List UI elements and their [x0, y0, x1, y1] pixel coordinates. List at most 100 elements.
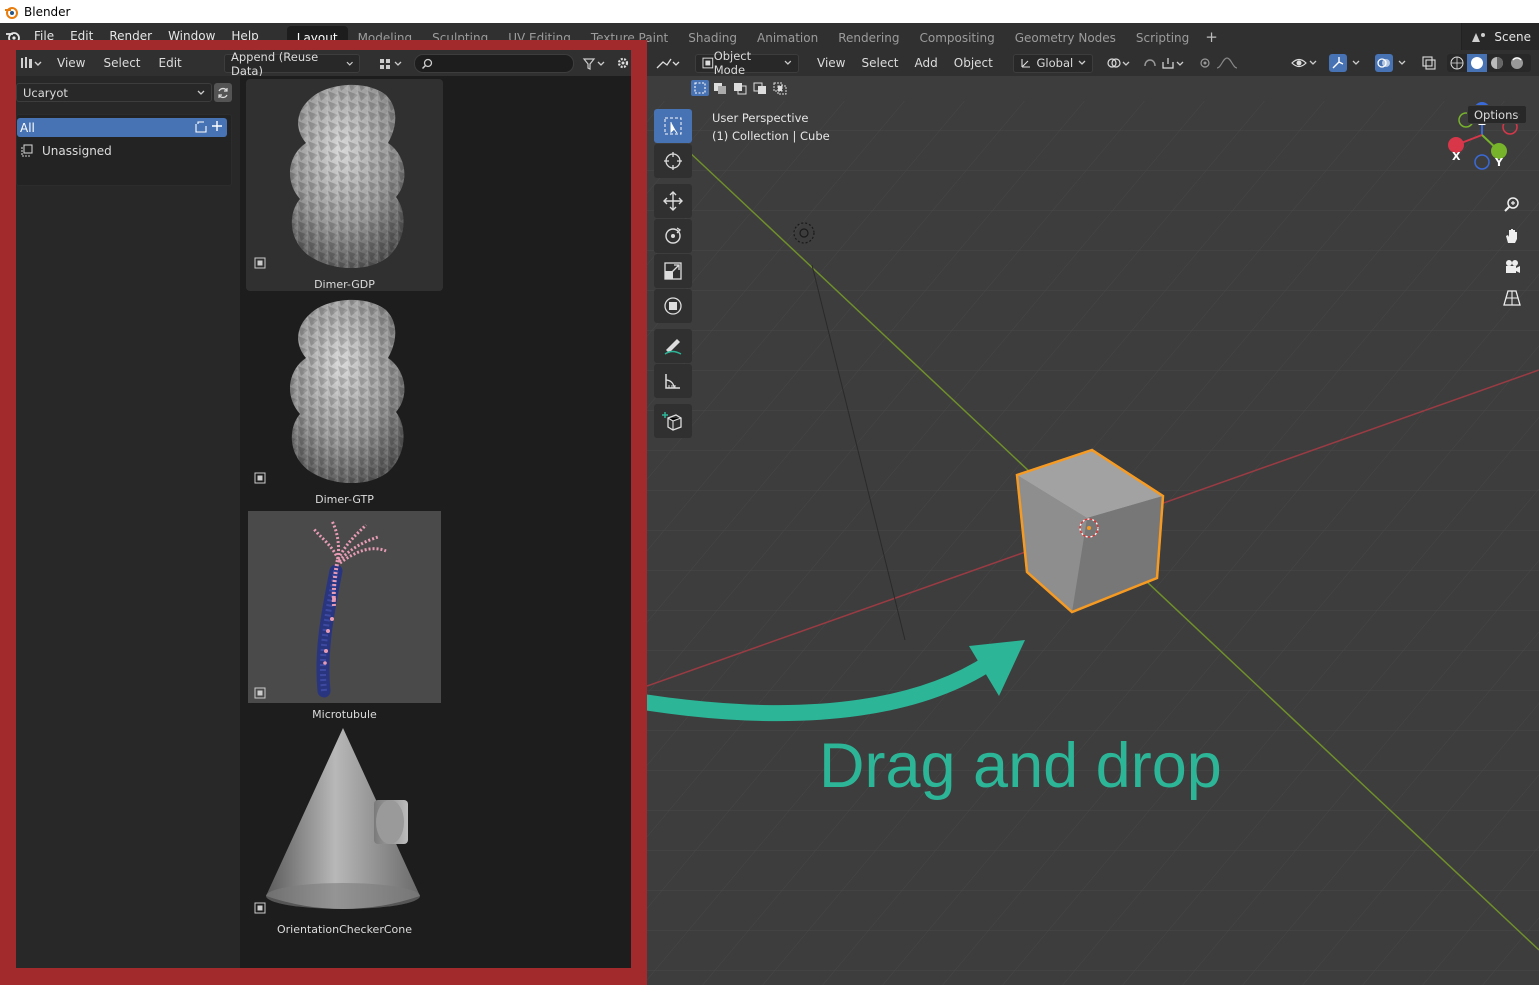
asset-name: Microtubule — [312, 708, 377, 721]
tab-scripting[interactable]: Scripting — [1126, 26, 1199, 50]
navigation-tools — [1499, 192, 1527, 316]
drag-and-drop-label: Drag and drop — [819, 731, 1222, 801]
rotate-icon — [665, 227, 682, 244]
asset-tile-microtubule[interactable]: Microtubule — [246, 509, 443, 721]
select-intersect-icon[interactable] — [771, 80, 789, 96]
import-method-dropdown[interactable]: Append (Reuse Data) — [224, 50, 360, 78]
menu-select[interactable]: Select — [853, 50, 906, 76]
scene-selector[interactable]: Scene — [1461, 23, 1539, 50]
asset-thumbnail-orientation-checker-cone — [248, 726, 441, 918]
new-catalog-icon[interactable] — [194, 120, 208, 134]
display-mode-button[interactable] — [378, 54, 408, 73]
scale-icon — [664, 262, 682, 280]
asset-tile-dimer-gdp[interactable]: Dimer-GDP — [246, 79, 443, 291]
editor-type-icon[interactable] — [647, 56, 689, 70]
visibility-icon[interactable] — [1291, 55, 1319, 71]
catalog-all-label: All — [20, 120, 35, 135]
blender-logo-icon — [5, 6, 18, 19]
options-dropdown[interactable]: Options — [1467, 105, 1527, 124]
tab-compositing[interactable]: Compositing — [909, 26, 1004, 50]
asset-name: OrientationCheckerCone — [277, 923, 412, 936]
chevron-down-icon — [1518, 114, 1520, 115]
menu-view[interactable]: View — [48, 50, 94, 76]
asset-thumbnail-dimer-gtp — [248, 296, 441, 488]
zoom-button[interactable] — [1499, 192, 1525, 218]
select-extend-icon[interactable] — [711, 80, 729, 96]
menu-edit-assets[interactable]: Edit — [150, 50, 191, 76]
transform-orientation-dropdown[interactable]: Global — [1012, 53, 1093, 73]
overlays-icon[interactable] — [1375, 54, 1411, 72]
gizmo-y-label[interactable]: Y — [1495, 156, 1503, 169]
object-mode-dropdown[interactable]: Object Mode — [695, 50, 799, 77]
tool-measure[interactable] — [654, 364, 692, 398]
search-icon — [421, 58, 433, 69]
transform-icon — [664, 297, 682, 315]
asset-name: Dimer-GDP — [314, 278, 375, 291]
menu-object[interactable]: Object — [946, 50, 1001, 76]
snap-icon[interactable] — [1143, 56, 1187, 70]
asset-library-dropdown[interactable]: Ucaryot — [16, 83, 212, 102]
camera-view-button[interactable] — [1499, 254, 1525, 280]
asset-tile-dimer-gtp[interactable]: Dimer-GTP — [246, 294, 443, 506]
import-method-value: Append (Reuse Data) — [231, 50, 319, 78]
scene-icon — [1472, 32, 1486, 42]
tool-move[interactable] — [654, 184, 692, 218]
object-type-icon — [254, 257, 266, 269]
xray-icon[interactable] — [1421, 55, 1437, 71]
cursor-icon — [664, 152, 682, 170]
orientation-label: Global — [1036, 56, 1074, 70]
pivot-icon[interactable] — [1105, 56, 1131, 70]
menu-add[interactable]: Add — [907, 50, 946, 76]
select-new-icon[interactable] — [691, 80, 709, 96]
chevron-down-icon — [1078, 60, 1086, 65]
tool-rotate[interactable] — [654, 219, 692, 253]
pan-button[interactable] — [1499, 223, 1525, 249]
shading-mode-icons[interactable] — [1447, 54, 1531, 72]
options-label: Options — [1474, 107, 1519, 122]
object-type-icon — [254, 902, 266, 914]
refresh-library-button[interactable] — [214, 83, 232, 102]
gear-icon — [617, 57, 629, 69]
catalog-actions — [194, 120, 223, 134]
viewport-info: User Perspective (1) Collection | Cube — [712, 109, 830, 145]
select-mode-buttons — [691, 80, 789, 96]
proportional-editing-icon[interactable] — [1199, 56, 1243, 70]
perspective-toggle-button[interactable] — [1499, 285, 1525, 311]
tool-cursor[interactable] — [654, 144, 692, 178]
settings-button[interactable] — [616, 55, 631, 71]
tab-geometry-nodes[interactable]: Geometry Nodes — [1005, 26, 1126, 50]
measure-icon — [665, 374, 680, 389]
tool-annotate[interactable] — [654, 329, 692, 363]
chevron-down-icon — [346, 61, 353, 66]
camera-icon — [1506, 260, 1520, 273]
snap-proportional-tools — [1105, 56, 1243, 70]
search-input[interactable] — [414, 54, 574, 73]
orientation-icon — [1021, 59, 1030, 68]
view-perspective-label: User Perspective — [712, 111, 809, 125]
menu-select[interactable]: Select — [94, 50, 149, 76]
select-subtract-icon[interactable] — [731, 80, 749, 96]
select-invert-icon[interactable] — [751, 80, 769, 96]
gizmo-toggle-icon[interactable] — [1329, 54, 1365, 72]
tab-rendering[interactable]: Rendering — [828, 26, 909, 50]
filter-button[interactable] — [582, 54, 610, 73]
tool-add-cube[interactable] — [654, 404, 692, 438]
tool-scale[interactable] — [654, 254, 692, 288]
tab-shading[interactable]: Shading — [678, 26, 747, 50]
tool-transform[interactable] — [654, 289, 692, 323]
add-icon[interactable] — [211, 120, 223, 132]
menu-view[interactable]: View — [809, 50, 853, 76]
asset-tile-orientation-checker-cone[interactable]: OrientationCheckerCone — [246, 724, 443, 936]
unassigned-catalog-icon — [21, 143, 33, 157]
gizmo-x-label[interactable]: X — [1452, 150, 1460, 163]
catalog-item-all[interactable]: All — [17, 118, 227, 137]
catalog-item-unassigned[interactable]: Unassigned — [17, 141, 227, 160]
add-workspace-button[interactable]: + — [1199, 28, 1224, 46]
tool-select-box[interactable] — [654, 109, 692, 143]
3d-viewport[interactable]: Z X Y Object Mode View Select Add Object… — [647, 50, 1539, 985]
tab-animation[interactable]: Animation — [747, 26, 828, 50]
scene-name: Scene — [1494, 29, 1531, 44]
asset-grid: Dimer-GDP Dimer-GTP Microtubule Orientat… — [240, 76, 631, 968]
editor-type-icon[interactable] — [16, 56, 42, 70]
tool-shelf — [654, 109, 694, 439]
